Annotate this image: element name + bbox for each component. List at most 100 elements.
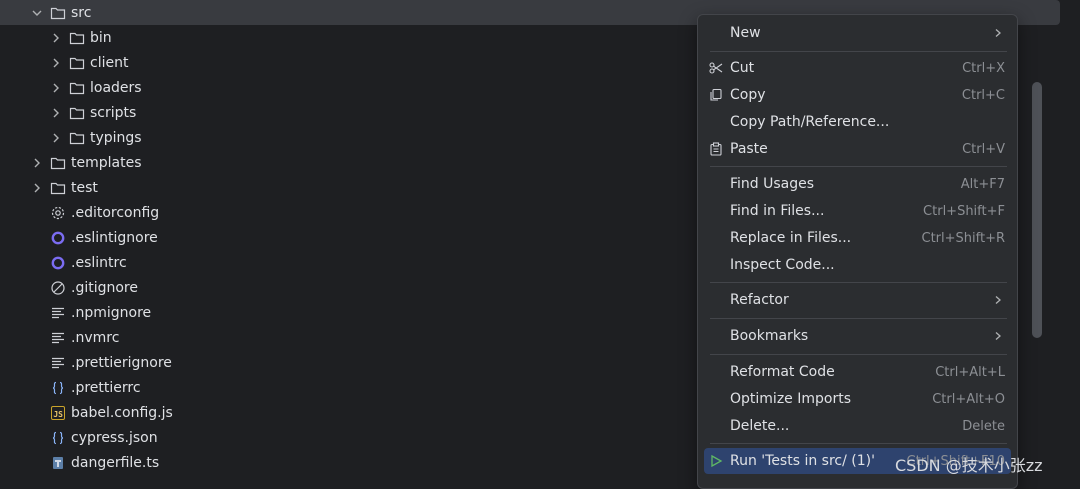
folder-icon: [69, 130, 85, 146]
chevron-right-icon[interactable]: [30, 156, 44, 170]
watermark: CSDN @技术小张zz: [895, 456, 1043, 475]
menu-item-label: New: [730, 25, 761, 41]
tree-item-label: scripts: [90, 104, 137, 121]
eslint-icon: [50, 230, 66, 246]
tree-item-label: babel.config.js: [71, 404, 173, 421]
menu-item-shortcut: Ctrl+Alt+O: [932, 391, 1005, 407]
menu-item-cut[interactable]: Cut Ctrl+X: [704, 55, 1011, 81]
text-file-icon: [50, 330, 66, 346]
js-badge: JS: [51, 405, 65, 420]
tree-item-label: .npmignore: [71, 304, 152, 321]
menu-item-label: Optimize Imports: [730, 391, 851, 407]
menu-item-label: Copy: [730, 87, 766, 103]
tree-item-label: bin: [90, 29, 112, 46]
menu-separator: [710, 318, 1007, 319]
chevron-right-icon: [993, 295, 1003, 305]
tree-item-label: src: [71, 4, 92, 21]
menu-item-shortcut: Ctrl+Shift+F: [923, 203, 1005, 219]
folder-icon: [69, 80, 85, 96]
menu-item-shortcut: Ctrl+Shift+R: [921, 230, 1006, 246]
menu-item-delete[interactable]: Delete... Delete: [704, 413, 1011, 439]
folder-icon: [50, 5, 66, 21]
text-file-icon: [50, 355, 66, 371]
menu-item-refactor[interactable]: Refactor: [704, 287, 1011, 313]
menu-separator: [710, 51, 1007, 52]
json-braces-icon: [50, 430, 66, 446]
tree-item-label: .gitignore: [71, 279, 138, 296]
folder-icon: [69, 55, 85, 71]
menu-item-shortcut: Ctrl+C: [961, 87, 1005, 103]
menu-item-shortcut: Ctrl+Alt+L: [935, 364, 1005, 380]
menu-item-label: Cut: [730, 60, 755, 76]
tree-item-label: .editorconfig: [71, 204, 160, 221]
tree-item-label: dangerfile.ts: [71, 454, 160, 471]
tree-item-label: templates: [71, 154, 142, 171]
menu-item-label: Find Usages: [730, 176, 815, 192]
chevron-right-icon: [993, 28, 1003, 38]
menu-item-find-usages[interactable]: Find Usages Alt+F7: [704, 171, 1011, 197]
menu-item-label: Paste: [730, 141, 768, 157]
menu-item-copy[interactable]: Copy Ctrl+C: [704, 82, 1011, 108]
json-braces-icon: [50, 380, 66, 396]
context-menu: New Cut Ctrl+X Copy Ctrl+C Copy Path/Ref…: [697, 14, 1018, 489]
menu-item-label: Replace in Files...: [730, 230, 852, 246]
tree-item-label: .eslintrc: [71, 254, 127, 271]
gear-icon: [50, 205, 66, 221]
menu-separator: [710, 354, 1007, 355]
chevron-right-icon: [993, 331, 1003, 341]
chevron-right-icon[interactable]: [49, 56, 63, 70]
menu-item-label: Bookmarks: [730, 328, 809, 344]
eslint-icon: [50, 255, 66, 271]
menu-item-label: Copy Path/Reference...: [730, 114, 890, 130]
menu-item-inspect-code[interactable]: Inspect Code...: [704, 252, 1011, 278]
tree-item-label: .eslintignore: [71, 229, 158, 246]
folder-icon: [50, 180, 66, 196]
ignore-icon: [50, 280, 66, 296]
tree-item-label: .nvmrc: [71, 329, 120, 346]
tree-item-label: client: [90, 54, 129, 71]
js-file-icon: JS: [50, 405, 66, 421]
menu-separator: [710, 443, 1007, 444]
tree-item-label: loaders: [90, 79, 142, 96]
tree-item-label: .prettierignore: [71, 354, 172, 371]
chevron-right-icon[interactable]: [49, 106, 63, 120]
menu-item-replace-in-files[interactable]: Replace in Files... Ctrl+Shift+R: [704, 225, 1011, 251]
chevron-right-icon[interactable]: [30, 181, 44, 195]
chevron-right-icon[interactable]: [49, 131, 63, 145]
menu-item-label: Find in Files...: [730, 203, 825, 219]
menu-item-shortcut: Delete: [962, 418, 1005, 434]
run-icon: [708, 453, 724, 469]
scissors-icon: [708, 60, 724, 76]
tree-item-label: .prettierrc: [71, 379, 141, 396]
menu-item-new[interactable]: New: [704, 20, 1011, 46]
copy-icon: [708, 87, 724, 103]
tree-item-label: typings: [90, 129, 142, 146]
chevron-down-icon[interactable]: [30, 6, 44, 20]
menu-item-shortcut: Alt+F7: [960, 176, 1005, 192]
menu-item-optimize-imports[interactable]: Optimize Imports Ctrl+Alt+O: [704, 386, 1011, 412]
vertical-scrollbar[interactable]: [1032, 82, 1042, 338]
menu-separator: [710, 166, 1007, 167]
menu-item-label: Refactor: [730, 292, 789, 308]
chevron-right-icon[interactable]: [49, 31, 63, 45]
menu-item-label: Run 'Tests in src/ (1)': [730, 453, 875, 469]
folder-icon: [50, 155, 66, 171]
tree-item-label: cypress.json: [71, 429, 158, 446]
menu-item-bookmarks[interactable]: Bookmarks: [704, 323, 1011, 349]
menu-item-label: Reformat Code: [730, 364, 835, 380]
menu-item-shortcut: Ctrl+V: [962, 141, 1005, 157]
menu-item-label: Inspect Code...: [730, 257, 835, 273]
folder-icon: [69, 30, 85, 46]
menu-item-copy-path[interactable]: Copy Path/Reference...: [704, 109, 1011, 135]
menu-separator: [710, 282, 1007, 283]
menu-item-paste[interactable]: Paste Ctrl+V: [704, 136, 1011, 162]
tree-item-label: test: [71, 179, 98, 196]
chevron-right-icon[interactable]: [49, 81, 63, 95]
menu-item-reformat-code[interactable]: Reformat Code Ctrl+Alt+L: [704, 359, 1011, 385]
folder-icon: [69, 105, 85, 121]
text-file-icon: [50, 305, 66, 321]
menu-item-find-in-files[interactable]: Find in Files... Ctrl+Shift+F: [704, 198, 1011, 224]
ts-file-icon: [50, 455, 66, 471]
clipboard-icon: [708, 141, 724, 157]
menu-item-shortcut: Ctrl+X: [962, 60, 1005, 76]
